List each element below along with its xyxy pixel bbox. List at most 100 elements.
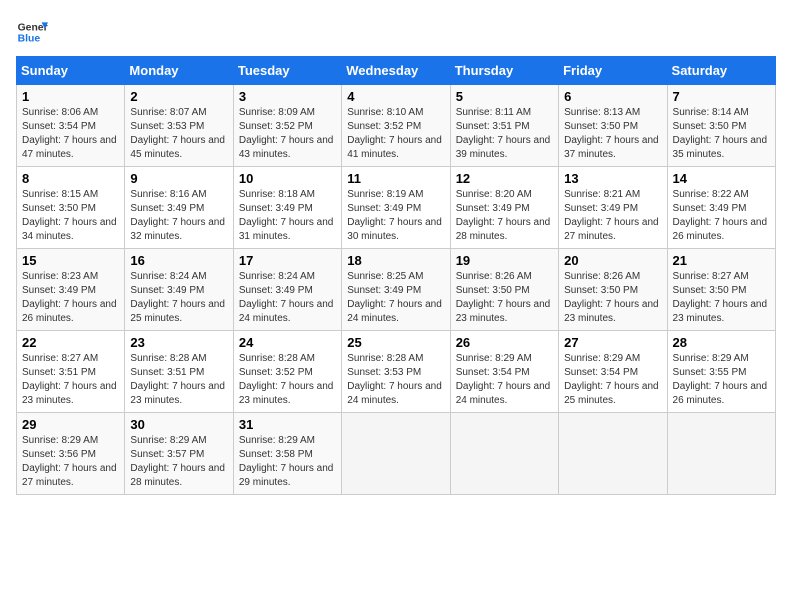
calendar-cell: 24 Sunrise: 8:28 AMSunset: 3:52 PMDaylig… [233, 331, 341, 413]
calendar-cell: 19 Sunrise: 8:26 AMSunset: 3:50 PMDaylig… [450, 249, 558, 331]
day-detail: Sunrise: 8:25 AMSunset: 3:49 PMDaylight:… [347, 271, 442, 324]
day-number: 28 [673, 335, 770, 350]
calendar-table: SundayMondayTuesdayWednesdayThursdayFrid… [16, 56, 776, 495]
day-number: 3 [239, 89, 336, 104]
calendar-day-header: Saturday [667, 57, 775, 85]
day-number: 19 [456, 253, 553, 268]
day-number: 1 [22, 89, 119, 104]
calendar-week-row: 8 Sunrise: 8:15 AMSunset: 3:50 PMDayligh… [17, 167, 776, 249]
calendar-cell: 13 Sunrise: 8:21 AMSunset: 3:49 PMDaylig… [559, 167, 667, 249]
day-number: 22 [22, 335, 119, 350]
calendar-cell: 3 Sunrise: 8:09 AMSunset: 3:52 PMDayligh… [233, 85, 341, 167]
day-number: 30 [130, 417, 227, 432]
day-number: 29 [22, 417, 119, 432]
day-number: 25 [347, 335, 444, 350]
calendar-week-row: 29 Sunrise: 8:29 AMSunset: 3:56 PMDaylig… [17, 413, 776, 495]
day-number: 12 [456, 171, 553, 186]
day-detail: Sunrise: 8:28 AMSunset: 3:53 PMDaylight:… [347, 353, 442, 406]
day-detail: Sunrise: 8:18 AMSunset: 3:49 PMDaylight:… [239, 189, 334, 242]
logo-icon: General Blue [16, 16, 48, 48]
day-detail: Sunrise: 8:22 AMSunset: 3:49 PMDaylight:… [673, 189, 768, 242]
calendar-cell: 1 Sunrise: 8:06 AMSunset: 3:54 PMDayligh… [17, 85, 125, 167]
day-detail: Sunrise: 8:10 AMSunset: 3:52 PMDaylight:… [347, 107, 442, 160]
logo: General Blue [16, 16, 48, 48]
calendar-cell: 10 Sunrise: 8:18 AMSunset: 3:49 PMDaylig… [233, 167, 341, 249]
day-number: 2 [130, 89, 227, 104]
day-detail: Sunrise: 8:29 AMSunset: 3:55 PMDaylight:… [673, 353, 768, 406]
header: General Blue [16, 16, 776, 48]
day-detail: Sunrise: 8:16 AMSunset: 3:49 PMDaylight:… [130, 189, 225, 242]
day-detail: Sunrise: 8:14 AMSunset: 3:50 PMDaylight:… [673, 107, 768, 160]
day-number: 8 [22, 171, 119, 186]
day-number: 21 [673, 253, 770, 268]
day-number: 15 [22, 253, 119, 268]
svg-text:Blue: Blue [18, 34, 41, 45]
day-detail: Sunrise: 8:09 AMSunset: 3:52 PMDaylight:… [239, 107, 334, 160]
day-number: 18 [347, 253, 444, 268]
calendar-cell: 30 Sunrise: 8:29 AMSunset: 3:57 PMDaylig… [125, 413, 233, 495]
calendar-cell: 16 Sunrise: 8:24 AMSunset: 3:49 PMDaylig… [125, 249, 233, 331]
calendar-week-row: 1 Sunrise: 8:06 AMSunset: 3:54 PMDayligh… [17, 85, 776, 167]
day-number: 14 [673, 171, 770, 186]
day-detail: Sunrise: 8:26 AMSunset: 3:50 PMDaylight:… [564, 271, 659, 324]
calendar-cell: 14 Sunrise: 8:22 AMSunset: 3:49 PMDaylig… [667, 167, 775, 249]
calendar-cell: 5 Sunrise: 8:11 AMSunset: 3:51 PMDayligh… [450, 85, 558, 167]
day-detail: Sunrise: 8:11 AMSunset: 3:51 PMDaylight:… [456, 107, 551, 160]
calendar-header-row: SundayMondayTuesdayWednesdayThursdayFrid… [17, 57, 776, 85]
day-detail: Sunrise: 8:27 AMSunset: 3:51 PMDaylight:… [22, 353, 117, 406]
day-detail: Sunrise: 8:29 AMSunset: 3:58 PMDaylight:… [239, 435, 334, 488]
day-detail: Sunrise: 8:26 AMSunset: 3:50 PMDaylight:… [456, 271, 551, 324]
calendar-cell: 2 Sunrise: 8:07 AMSunset: 3:53 PMDayligh… [125, 85, 233, 167]
calendar-cell: 28 Sunrise: 8:29 AMSunset: 3:55 PMDaylig… [667, 331, 775, 413]
day-detail: Sunrise: 8:29 AMSunset: 3:57 PMDaylight:… [130, 435, 225, 488]
day-number: 20 [564, 253, 661, 268]
calendar-day-header: Monday [125, 57, 233, 85]
calendar-day-header: Tuesday [233, 57, 341, 85]
day-number: 10 [239, 171, 336, 186]
day-detail: Sunrise: 8:07 AMSunset: 3:53 PMDaylight:… [130, 107, 225, 160]
day-number: 24 [239, 335, 336, 350]
calendar-cell [342, 413, 450, 495]
calendar-cell: 4 Sunrise: 8:10 AMSunset: 3:52 PMDayligh… [342, 85, 450, 167]
calendar-cell: 6 Sunrise: 8:13 AMSunset: 3:50 PMDayligh… [559, 85, 667, 167]
day-number: 16 [130, 253, 227, 268]
day-number: 4 [347, 89, 444, 104]
calendar-day-header: Thursday [450, 57, 558, 85]
day-detail: Sunrise: 8:15 AMSunset: 3:50 PMDaylight:… [22, 189, 117, 242]
day-number: 6 [564, 89, 661, 104]
calendar-cell [559, 413, 667, 495]
calendar-cell: 15 Sunrise: 8:23 AMSunset: 3:49 PMDaylig… [17, 249, 125, 331]
day-number: 13 [564, 171, 661, 186]
calendar-day-header: Friday [559, 57, 667, 85]
day-number: 17 [239, 253, 336, 268]
calendar-week-row: 15 Sunrise: 8:23 AMSunset: 3:49 PMDaylig… [17, 249, 776, 331]
calendar-cell: 31 Sunrise: 8:29 AMSunset: 3:58 PMDaylig… [233, 413, 341, 495]
day-detail: Sunrise: 8:27 AMSunset: 3:50 PMDaylight:… [673, 271, 768, 324]
day-number: 7 [673, 89, 770, 104]
calendar-cell [450, 413, 558, 495]
calendar-week-row: 22 Sunrise: 8:27 AMSunset: 3:51 PMDaylig… [17, 331, 776, 413]
calendar-cell: 7 Sunrise: 8:14 AMSunset: 3:50 PMDayligh… [667, 85, 775, 167]
day-detail: Sunrise: 8:19 AMSunset: 3:49 PMDaylight:… [347, 189, 442, 242]
calendar-cell: 17 Sunrise: 8:24 AMSunset: 3:49 PMDaylig… [233, 249, 341, 331]
calendar-cell: 25 Sunrise: 8:28 AMSunset: 3:53 PMDaylig… [342, 331, 450, 413]
calendar-cell: 29 Sunrise: 8:29 AMSunset: 3:56 PMDaylig… [17, 413, 125, 495]
day-detail: Sunrise: 8:06 AMSunset: 3:54 PMDaylight:… [22, 107, 117, 160]
calendar-body: 1 Sunrise: 8:06 AMSunset: 3:54 PMDayligh… [17, 85, 776, 495]
calendar-cell: 26 Sunrise: 8:29 AMSunset: 3:54 PMDaylig… [450, 331, 558, 413]
day-number: 23 [130, 335, 227, 350]
calendar-cell: 27 Sunrise: 8:29 AMSunset: 3:54 PMDaylig… [559, 331, 667, 413]
calendar-cell: 12 Sunrise: 8:20 AMSunset: 3:49 PMDaylig… [450, 167, 558, 249]
calendar-cell: 18 Sunrise: 8:25 AMSunset: 3:49 PMDaylig… [342, 249, 450, 331]
day-detail: Sunrise: 8:23 AMSunset: 3:49 PMDaylight:… [22, 271, 117, 324]
day-detail: Sunrise: 8:29 AMSunset: 3:54 PMDaylight:… [456, 353, 551, 406]
day-detail: Sunrise: 8:29 AMSunset: 3:54 PMDaylight:… [564, 353, 659, 406]
day-detail: Sunrise: 8:28 AMSunset: 3:52 PMDaylight:… [239, 353, 334, 406]
calendar-cell: 21 Sunrise: 8:27 AMSunset: 3:50 PMDaylig… [667, 249, 775, 331]
day-detail: Sunrise: 8:24 AMSunset: 3:49 PMDaylight:… [130, 271, 225, 324]
day-number: 31 [239, 417, 336, 432]
day-number: 5 [456, 89, 553, 104]
day-detail: Sunrise: 8:13 AMSunset: 3:50 PMDaylight:… [564, 107, 659, 160]
calendar-day-header: Sunday [17, 57, 125, 85]
calendar-cell [667, 413, 775, 495]
